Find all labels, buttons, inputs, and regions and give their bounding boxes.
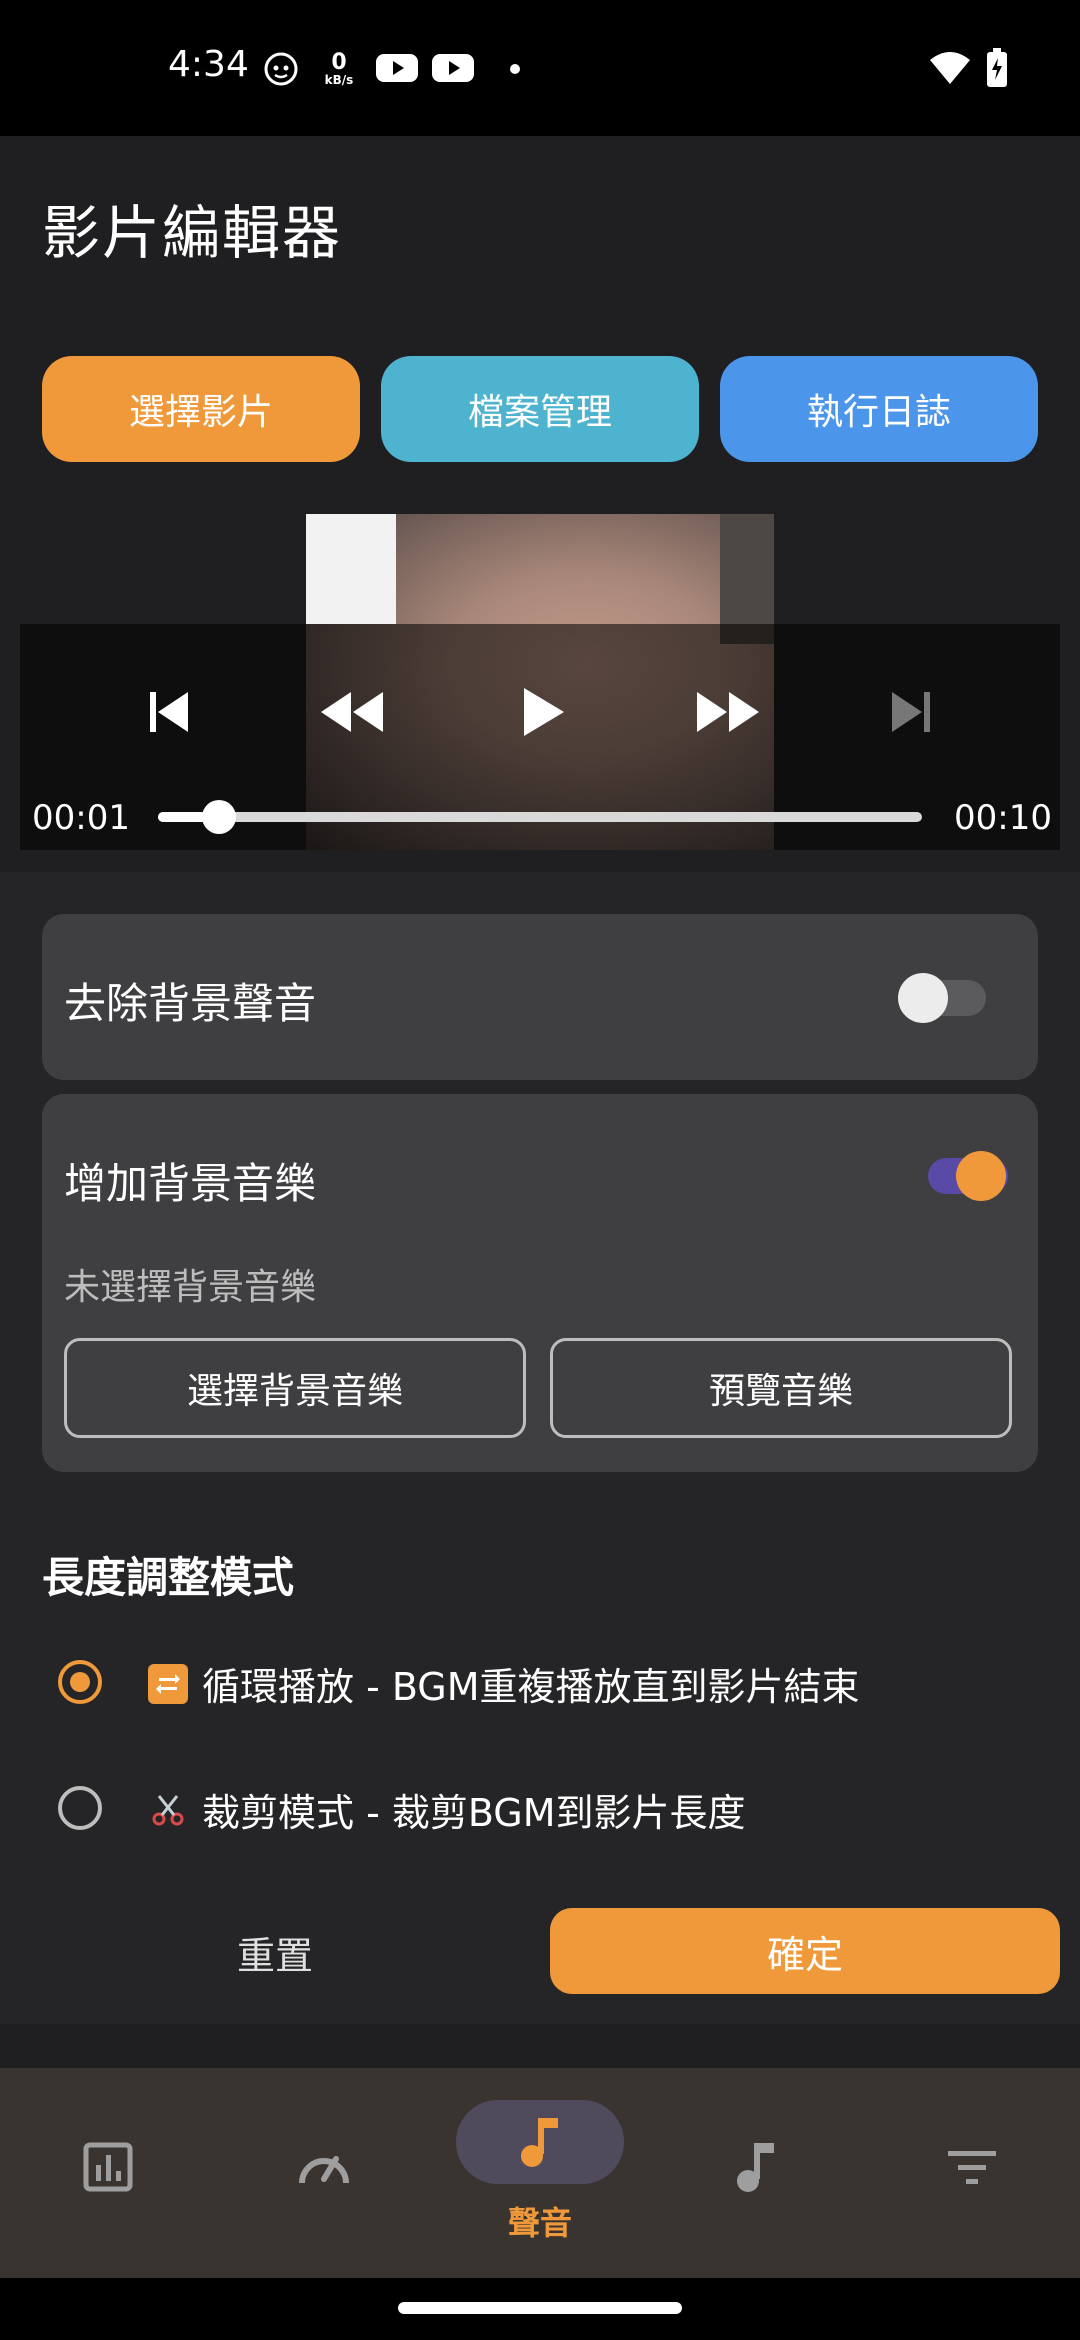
preview-music-button[interactable]: 預覽音樂 [550, 1338, 1012, 1438]
nav-divider [0, 2024, 1080, 2068]
wifi-icon [928, 50, 972, 90]
page-title: 影片編輯器 [42, 199, 343, 267]
battery-charging-icon [986, 48, 1008, 92]
scissors-icon [148, 1790, 188, 1830]
fast-forward-button[interactable] [688, 672, 768, 752]
play-icon [524, 688, 564, 736]
net-speed-indicator: 0 kB/s [324, 50, 354, 87]
loop-mode-option[interactable]: 循環播放 - BGM重複播放直到影片結束 [148, 1656, 860, 1711]
play-button[interactable] [502, 672, 582, 752]
skip-previous-icon [150, 692, 188, 732]
confirm-button[interactable]: 確定 [550, 1908, 1060, 1994]
video-frame-highlight [306, 514, 396, 624]
status-time: 4:34 [168, 44, 249, 85]
home-gesture-handle[interactable] [398, 2302, 682, 2314]
notification-dot-icon [510, 64, 520, 74]
trim-mode-option[interactable]: 裁剪模式 - 裁剪BGM到影片長度 [148, 1782, 746, 1837]
seek-thumb[interactable] [202, 800, 237, 834]
net-speed-value: 0 [331, 50, 347, 75]
net-speed-unit: kB/s [324, 73, 354, 87]
add-bgm-label: 增加背景音樂 [64, 1159, 317, 1208]
rewind-button[interactable] [312, 672, 392, 752]
speedometer-icon [299, 2156, 349, 2184]
trim-mode-label: 裁剪模式 - 裁剪BGM到影片長度 [202, 1791, 746, 1835]
remove-bg-sound-label: 去除背景聲音 [64, 979, 317, 1028]
nav-item-sound[interactable] [432, 2092, 648, 2192]
nav-item-speed[interactable] [216, 2112, 432, 2222]
select-bgm-button[interactable]: 選擇背景音樂 [64, 1338, 526, 1438]
seek-bar[interactable] [158, 812, 922, 822]
music-note-icon [521, 2118, 558, 2167]
loop-mode-label: 循環播放 - BGM重複播放直到影片結束 [202, 1665, 860, 1709]
nav-item-stats[interactable] [0, 2112, 216, 2222]
previous-button[interactable] [128, 672, 208, 752]
current-time: 00:01 [32, 798, 130, 838]
reset-button[interactable]: 重置 [42, 1910, 508, 1994]
next-button[interactable] [872, 672, 952, 752]
youtube-icon [432, 52, 474, 88]
file-manager-button[interactable]: 檔案管理 [381, 356, 699, 462]
repeat-icon [148, 1663, 188, 1704]
filter-icon [948, 2151, 996, 2184]
bgm-status-text: 未選擇背景音樂 [64, 1267, 317, 1308]
length-mode-title: 長度調整模式 [42, 1553, 295, 1602]
total-time: 00:10 [954, 798, 1052, 838]
youtube-icon [376, 52, 418, 88]
execution-log-button[interactable]: 執行日誌 [720, 356, 1038, 462]
fast-forward-icon [697, 692, 759, 732]
loop-mode-radio[interactable] [58, 1660, 102, 1704]
rewind-icon [321, 692, 383, 732]
select-video-button[interactable]: 選擇影片 [42, 356, 360, 462]
nav-label-sound: 聲音 [507, 2204, 572, 2242]
cat-notification-icon [264, 52, 298, 90]
status-bar [0, 0, 1080, 136]
nav-item-filter[interactable] [864, 2112, 1080, 2222]
nav-item-music[interactable] [648, 2112, 864, 2222]
music-note-icon [737, 2143, 774, 2192]
skip-next-icon [892, 692, 930, 732]
trim-mode-radio[interactable] [58, 1786, 102, 1830]
bar-chart-icon [83, 2142, 133, 2192]
